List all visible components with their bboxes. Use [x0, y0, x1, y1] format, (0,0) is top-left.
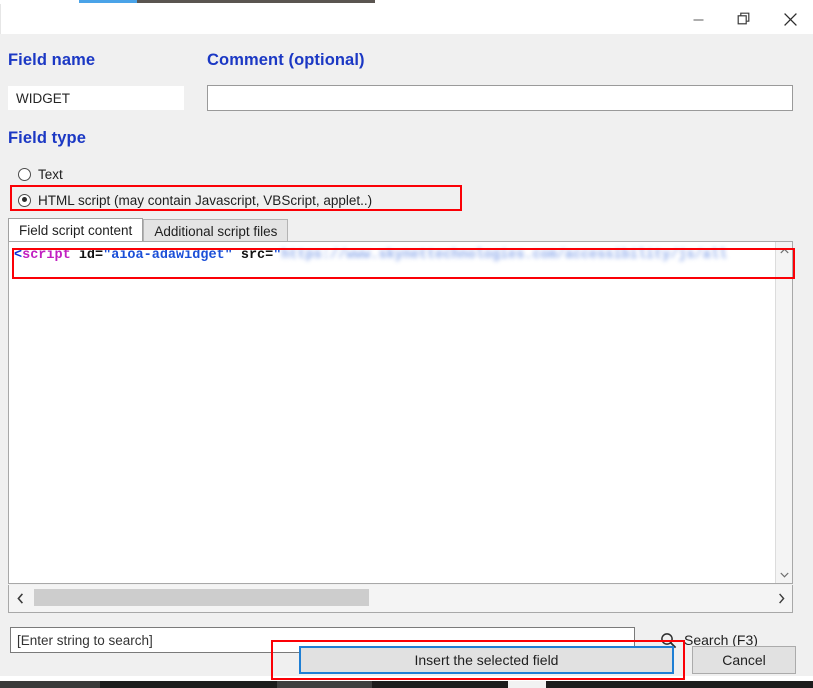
- window-title-bar: [0, 4, 813, 34]
- script-code-area[interactable]: <script id="aioa-adawidget" src="https:/…: [9, 242, 774, 583]
- active-tab-accent: [79, 0, 137, 3]
- cancel-button[interactable]: Cancel: [692, 646, 796, 674]
- field-editor-dialog: Field name Comment (optional) Field type…: [0, 34, 813, 676]
- editor-horizontal-scrollbar[interactable]: [8, 585, 793, 613]
- restore-icon: [737, 12, 749, 24]
- field-name-input[interactable]: [8, 86, 184, 110]
- horizontal-scroll-thumb[interactable]: [34, 589, 369, 606]
- radio-option-html-script-label: HTML script (may contain Javascript, VBS…: [38, 192, 373, 208]
- radio-circle-selected-icon: [18, 193, 31, 207]
- comment-input[interactable]: [207, 85, 793, 111]
- scroll-up-icon[interactable]: [776, 242, 793, 259]
- script-editor: <script id="aioa-adawidget" src="https:/…: [8, 241, 793, 584]
- field-type-heading: Field type: [8, 129, 87, 147]
- scroll-down-icon[interactable]: [776, 566, 793, 583]
- minimize-icon: [693, 18, 703, 21]
- tab-additional-script-files[interactable]: Additional script files: [143, 219, 289, 242]
- code-tag-name: script: [22, 248, 71, 263]
- code-open-bracket: <: [14, 248, 23, 263]
- radio-option-html-script[interactable]: HTML script (may contain Javascript, VBS…: [18, 190, 372, 210]
- comment-heading: Comment (optional): [207, 51, 365, 69]
- close-icon: [783, 12, 797, 26]
- code-id-value: "aioa-adawidget": [103, 248, 233, 263]
- taskbar-active-item: [508, 681, 546, 688]
- tab-strip-remainder: [137, 0, 375, 3]
- window-controls: [675, 4, 813, 34]
- code-src-url-redacted: https://www.skynettechnologies.com/acces…: [281, 248, 727, 263]
- radio-option-text[interactable]: Text: [18, 164, 63, 184]
- restore-button[interactable]: [721, 4, 767, 34]
- radio-option-text-label: Text: [38, 166, 63, 182]
- code-attr-id: id=: [70, 248, 104, 263]
- radio-circle-icon: [18, 167, 31, 181]
- editor-vertical-scrollbar[interactable]: [775, 242, 792, 583]
- tab-field-script-content[interactable]: Field script content: [8, 218, 144, 242]
- editor-tab-bar: Field script content Additional script f…: [8, 218, 289, 242]
- code-attr-src: src=: [232, 248, 274, 263]
- os-taskbar: [0, 681, 813, 688]
- insert-selected-field-button[interactable]: Insert the selected field: [299, 646, 674, 674]
- taskbar-segment: [277, 681, 372, 688]
- scroll-left-icon[interactable]: [9, 585, 31, 611]
- close-button[interactable]: [767, 4, 813, 34]
- code-line-1: <script id="aioa-adawidget" src="https:/…: [14, 247, 774, 264]
- field-name-heading: Field name: [8, 51, 96, 69]
- taskbar-segment: [0, 681, 100, 688]
- minimize-button[interactable]: [675, 4, 721, 34]
- scroll-right-icon[interactable]: [770, 585, 792, 611]
